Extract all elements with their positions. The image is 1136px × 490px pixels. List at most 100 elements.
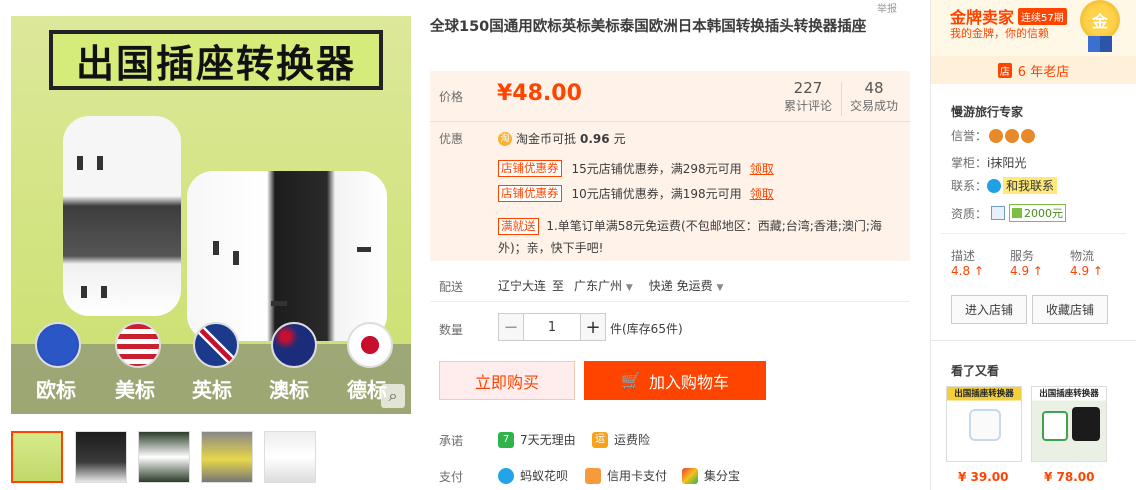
huabei-pay[interactable]: 蚂蚁花呗 bbox=[498, 467, 568, 484]
contact-row: 联系： 和我联系 bbox=[951, 177, 1058, 194]
shop-name[interactable]: 慢游旅行专家 bbox=[951, 103, 1023, 120]
shop-icon: 店 bbox=[997, 62, 1012, 78]
get-coupon-link[interactable]: 领取 bbox=[750, 160, 774, 177]
score-logistics-label: 物流 bbox=[1070, 249, 1095, 263]
sales-count: 48 bbox=[864, 79, 884, 97]
taojinbi-suffix: 元 bbox=[613, 132, 626, 146]
kr-flag-icon bbox=[347, 322, 393, 368]
gold-seller-subtitle: 我的金牌，你的信赖 bbox=[950, 27, 1049, 40]
credit-card-pay[interactable]: 信用卡支付 bbox=[585, 467, 667, 484]
credit-row: 信誉： bbox=[951, 127, 1036, 144]
express-select[interactable]: 快递 免运费 ▼ bbox=[649, 277, 724, 294]
reviews-count: 227 bbox=[793, 79, 823, 97]
chevron-down-icon: ▼ bbox=[716, 283, 724, 293]
recommend-price: ¥ 39.00 bbox=[958, 470, 1009, 484]
score-logistics-value: 4.9 ↑ bbox=[1070, 264, 1103, 278]
price-label: 价格 bbox=[439, 90, 464, 104]
recommend-item[interactable]: 出国插座转换器 bbox=[946, 386, 1022, 462]
seven-day-icon: 7 bbox=[498, 431, 514, 448]
flag-label: 美标 bbox=[115, 378, 155, 402]
us-flag-icon bbox=[115, 322, 161, 368]
thumbnail[interactable] bbox=[75, 431, 127, 483]
coupon-text: 15元店铺优惠券，满298元可用 bbox=[571, 162, 742, 176]
uk-flag-icon bbox=[193, 322, 239, 368]
freight-insurance-icon: 运 bbox=[592, 431, 608, 448]
enter-shop-button[interactable]: 进入店铺 bbox=[951, 295, 1027, 324]
quantity-stepper: − 1 + bbox=[498, 313, 606, 341]
credit-card-icon bbox=[585, 467, 601, 484]
shop-age-badge: 店 6 年老店 bbox=[931, 56, 1136, 84]
thumbnail[interactable] bbox=[11, 431, 63, 483]
coupon-row: 店铺优惠券 15元店铺优惠券，满298元可用 领取 bbox=[498, 160, 774, 177]
flag-label: 欧标 bbox=[36, 378, 76, 402]
recommend-adapter-image bbox=[1072, 407, 1100, 441]
favorite-shop-button[interactable]: 收藏店铺 bbox=[1032, 295, 1108, 324]
recommend-adapter-image bbox=[969, 409, 1001, 441]
reviews-stat[interactable]: 227 累计评论 bbox=[780, 79, 836, 114]
buy-now-button[interactable]: 立即购买 bbox=[439, 361, 575, 400]
taojinbi-row: 淘 淘金币可抵 0.96 元 bbox=[498, 130, 626, 147]
score-desc-value: 4.8 ↑ bbox=[951, 264, 984, 278]
delivery-row: 辽宁大连 至 广东广州 ▼ 快递 免运费 ▼ bbox=[498, 277, 723, 294]
increase-button[interactable]: + bbox=[580, 313, 606, 341]
image-banner-text: 出国插座转换器 bbox=[49, 30, 383, 90]
adapter-right bbox=[187, 171, 387, 341]
chevron-down-icon: ▼ bbox=[625, 283, 633, 293]
zoom-icon[interactable]: ⌕ bbox=[381, 384, 405, 408]
au-flag-icon bbox=[271, 322, 317, 368]
jifenbao-pay[interactable]: 集分宝 bbox=[682, 467, 740, 484]
thumbnail[interactable] bbox=[264, 431, 316, 483]
get-coupon-link[interactable]: 领取 bbox=[750, 185, 774, 202]
freight-insurance[interactable]: 运 运费险 bbox=[592, 431, 650, 448]
arrow-up-icon: ↑ bbox=[1032, 264, 1043, 278]
crown-icon bbox=[989, 128, 1004, 143]
price-value: ¥48.00 bbox=[497, 81, 582, 106]
thumbnail[interactable] bbox=[201, 431, 253, 483]
stock-text: 件(库存65件) bbox=[610, 322, 683, 336]
recommend-adapter-image bbox=[1042, 411, 1068, 441]
gold-medal-icon: 金 bbox=[1080, 0, 1120, 40]
flag-label: 英标 bbox=[192, 378, 232, 402]
score-service-value: 4.9 ↑ bbox=[1010, 264, 1043, 278]
recommend-heading: 看了又看 bbox=[951, 364, 1000, 378]
sales-stat: 48 交易成功 bbox=[846, 79, 902, 114]
delivery-from: 辽宁大连 bbox=[498, 279, 547, 293]
keeper-label: 掌柜： bbox=[951, 156, 988, 170]
credit-label: 信誉： bbox=[951, 129, 988, 143]
delivery-dest-select[interactable]: 广东广州 ▼ bbox=[574, 277, 633, 294]
main-product-image[interactable]: 出国插座转换器 欧标 美标 英标 澳标 德标 ⌕ bbox=[11, 16, 411, 414]
recommend-item[interactable]: 出国插座转换器 bbox=[1031, 386, 1107, 462]
add-to-cart-label: 加入购物车 bbox=[648, 372, 729, 392]
seven-day-return[interactable]: 7 7天无理由 bbox=[498, 431, 576, 448]
gold-seller-years: 连续57期 bbox=[1018, 7, 1067, 25]
add-to-cart-button[interactable]: 🛒 加入购物车 bbox=[584, 361, 766, 400]
score-desc-label: 描述 bbox=[951, 249, 976, 263]
arrow-up-icon: ↑ bbox=[1092, 264, 1103, 278]
license-icon[interactable] bbox=[991, 206, 1006, 220]
huabei-icon bbox=[498, 467, 514, 484]
deposit-badge[interactable]: 2000元 bbox=[1009, 204, 1067, 222]
flag-strip: 欧标 美标 英标 澳标 德标 bbox=[11, 322, 411, 414]
quantity-input[interactable]: 1 bbox=[524, 313, 580, 341]
recommend-banner: 出国插座转换器 bbox=[1039, 389, 1099, 399]
medal-ribbon bbox=[1088, 36, 1112, 52]
arrow-up-icon: ↑ bbox=[973, 264, 984, 278]
crown-icon bbox=[1021, 128, 1036, 143]
recommend-banner: 出国插座转换器 bbox=[954, 389, 1014, 399]
taojinbi-prefix: 淘金币可抵 bbox=[516, 132, 577, 146]
reviews-label: 累计评论 bbox=[783, 99, 832, 113]
keeper-name[interactable]: i抹阳光 bbox=[987, 156, 1026, 170]
recommend-price: ¥ 78.00 bbox=[1044, 470, 1095, 484]
qualification-row: 资质： 2000元 bbox=[951, 204, 1067, 222]
jifenbao-icon bbox=[682, 467, 698, 484]
decrease-button[interactable]: − bbox=[498, 313, 524, 341]
contact-label: 联系： bbox=[951, 179, 988, 193]
contact-seller-button[interactable]: 和我联系 bbox=[1003, 177, 1058, 194]
report-link[interactable]: 举报 bbox=[877, 0, 897, 15]
qualification-label: 资质： bbox=[951, 206, 988, 221]
shield-icon bbox=[1012, 208, 1023, 218]
thumbnail[interactable] bbox=[138, 431, 190, 483]
quantity-label: 数量 bbox=[439, 323, 464, 337]
payment-label: 支付 bbox=[439, 470, 464, 484]
delivery-label: 配送 bbox=[439, 280, 464, 294]
